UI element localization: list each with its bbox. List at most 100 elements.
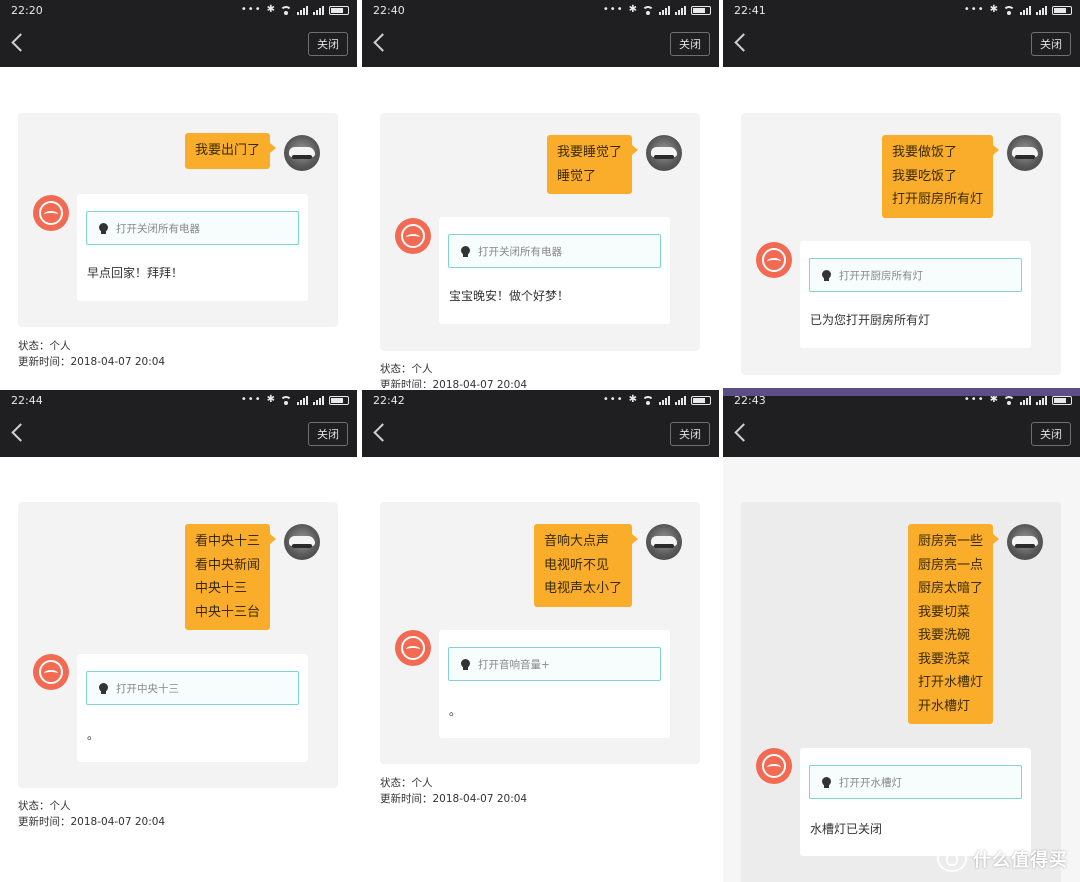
command-text: 打开中央十三 [116, 682, 179, 695]
reply-bubble: 打开开厨房所有灯 已为您打开厨房所有灯 [800, 241, 1031, 348]
user-message: 我要出门了 [194, 143, 260, 158]
watermark-text: 什么值得买 [973, 850, 1068, 871]
back-icon[interactable] [373, 423, 392, 442]
wifi-icon [642, 395, 654, 405]
status-icons: ••• ✱ [603, 5, 711, 15]
more-dots-icon: ••• [963, 396, 985, 405]
bluetooth-icon: ✱ [628, 394, 637, 405]
user-message: 看中央新闻 [194, 557, 260, 573]
close-button[interactable]: 关闭 [1031, 422, 1071, 446]
command-chip[interactable]: 打开开厨房所有灯 [809, 258, 1022, 292]
signal-icon-2 [1036, 396, 1047, 405]
close-button[interactable]: 关闭 [308, 422, 348, 446]
status-icons: ••• ✱ [964, 396, 1072, 405]
command-chip[interactable]: 打开关闭所有电器 [86, 211, 299, 245]
user-avatar [646, 135, 682, 171]
watermark-logo-icon [937, 846, 967, 872]
command-text: 打开开厨房所有灯 [839, 269, 923, 282]
wifi-icon [1003, 396, 1015, 405]
user-message: 我要切菜 [917, 604, 970, 620]
reply-text: 。 [449, 704, 462, 718]
top-bar: 22:20 ••• ✱ 关闭 [0, 0, 357, 67]
bulb-icon [99, 222, 108, 234]
status-time: 22:41 [734, 4, 766, 17]
bot-avatar [395, 630, 431, 666]
reply-text: 。 [87, 728, 100, 742]
signal-icon [1020, 396, 1031, 405]
back-icon[interactable] [734, 33, 753, 52]
conversation-card: 厨房亮一些 厨房亮一点 厨房太暗了 我要切菜 我要洗碗 我要洗菜 打开水槽灯 开… [741, 502, 1061, 882]
signal-icon [659, 5, 670, 15]
user-message: 打开厨房所有灯 [891, 192, 983, 207]
command-chip[interactable]: 打开音响音量+ [448, 647, 661, 681]
user-message: 厨房太暗了 [917, 581, 983, 596]
updated-time: 更新时间：2018-04-07 20:04 [380, 379, 528, 388]
screen-panel-1: 22:20 ••• ✱ 关闭 我要出门了 打开关闭所有电器 早点回家！拜拜！ 状… [0, 0, 357, 388]
close-button[interactable]: 关闭 [670, 422, 710, 446]
bot-avatar [33, 654, 69, 690]
signal-icon-2 [675, 5, 686, 15]
meta-info: 状态：个人 更新时间：2018-04-07 20:04 [380, 775, 527, 807]
bluetooth-icon: ✱ [989, 396, 998, 405]
status-text: 状态：个人 [380, 777, 433, 789]
watermark: 什么值得买 [937, 846, 1068, 872]
status-icons: ••• ✱ [241, 395, 349, 405]
command-chip[interactable]: 打开关闭所有电器 [448, 234, 661, 268]
close-button[interactable]: 关闭 [1031, 32, 1071, 56]
user-message-bubble: 音响大点声 电视听不见 电视声太小了 [533, 524, 639, 607]
reply-text: 已为您打开厨房所有灯 [810, 313, 931, 327]
status-icons: ••• ✱ [603, 395, 711, 405]
status-text: 状态：个人 [18, 800, 71, 812]
close-button[interactable]: 关闭 [670, 32, 710, 56]
user-message: 我要做饭了 [891, 145, 957, 160]
command-chip[interactable]: 打开中央十三 [86, 671, 299, 705]
reply-bubble: 打开关闭所有电器 宝宝晚安！做个好梦！ [439, 217, 670, 324]
user-message: 我要吃饭了 [891, 168, 957, 184]
status-time: 22:42 [373, 394, 405, 407]
screen-panel-2: 22:40 ••• ✱ 关闭 我要睡觉了 睡觉了 打开关闭所有电器 宝宝晚安！做… [362, 0, 719, 388]
more-dots-icon: ••• [602, 4, 624, 15]
back-icon[interactable] [11, 423, 30, 442]
battery-icon [691, 395, 711, 405]
bluetooth-icon: ✱ [266, 394, 275, 405]
command-text: 打开关闭所有电器 [116, 222, 200, 235]
back-icon[interactable] [11, 33, 30, 52]
reply-bubble: 打开中央十三 。 [77, 654, 308, 762]
back-icon[interactable] [373, 33, 392, 52]
command-text: 打开关闭所有电器 [478, 245, 562, 258]
more-dots-icon: ••• [963, 4, 985, 15]
bot-avatar [756, 748, 792, 784]
user-message: 厨房亮一点 [917, 557, 983, 573]
bluetooth-icon: ✱ [628, 4, 637, 15]
reply-bubble: 打开关闭所有电器 早点回家！拜拜！ [77, 194, 308, 301]
command-chip[interactable]: 打开开水槽灯 [809, 765, 1022, 799]
reply-text: 早点回家！拜拜！ [87, 266, 184, 280]
status-time: 22:43 [734, 396, 766, 407]
bluetooth-icon: ✱ [989, 4, 998, 15]
user-message: 中央十三 [194, 581, 247, 596]
bulb-icon [822, 776, 831, 788]
conversation-card: 音响大点声 电视听不见 电视声太小了 打开音响音量+ 。 [380, 502, 700, 764]
user-message: 中央十三台 [194, 604, 260, 620]
conversation-card: 我要做饭了 我要吃饭了 打开厨房所有灯 打开开厨房所有灯 已为您打开厨房所有灯 [741, 113, 1061, 375]
wifi-icon [1003, 5, 1015, 15]
user-message-bubble: 我要出门了 [184, 133, 277, 169]
user-message: 睡觉了 [556, 168, 596, 184]
more-dots-icon: ••• [602, 394, 624, 405]
signal-icon [297, 395, 308, 405]
user-avatar [284, 524, 320, 560]
close-button[interactable]: 关闭 [308, 32, 348, 56]
meta-info: 状态：个人 更新时间：2018-04-07 20:04 [18, 338, 165, 370]
reply-bubble: 打开音响音量+ 。 [439, 630, 670, 738]
user-message: 电视声太小了 [543, 581, 622, 596]
bluetooth-icon: ✱ [266, 4, 275, 15]
bulb-icon [461, 658, 470, 670]
back-icon[interactable] [734, 423, 753, 442]
meta-info: 状态：个人 更新时间：2018-04-07 20:04 [18, 798, 165, 830]
signal-icon-2 [313, 395, 324, 405]
reply-text: 水槽灯已关闭 [810, 822, 883, 836]
wifi-icon [642, 5, 654, 15]
signal-icon-2 [675, 395, 686, 405]
wifi-icon [280, 5, 292, 15]
user-message: 我要睡觉了 [556, 145, 622, 160]
